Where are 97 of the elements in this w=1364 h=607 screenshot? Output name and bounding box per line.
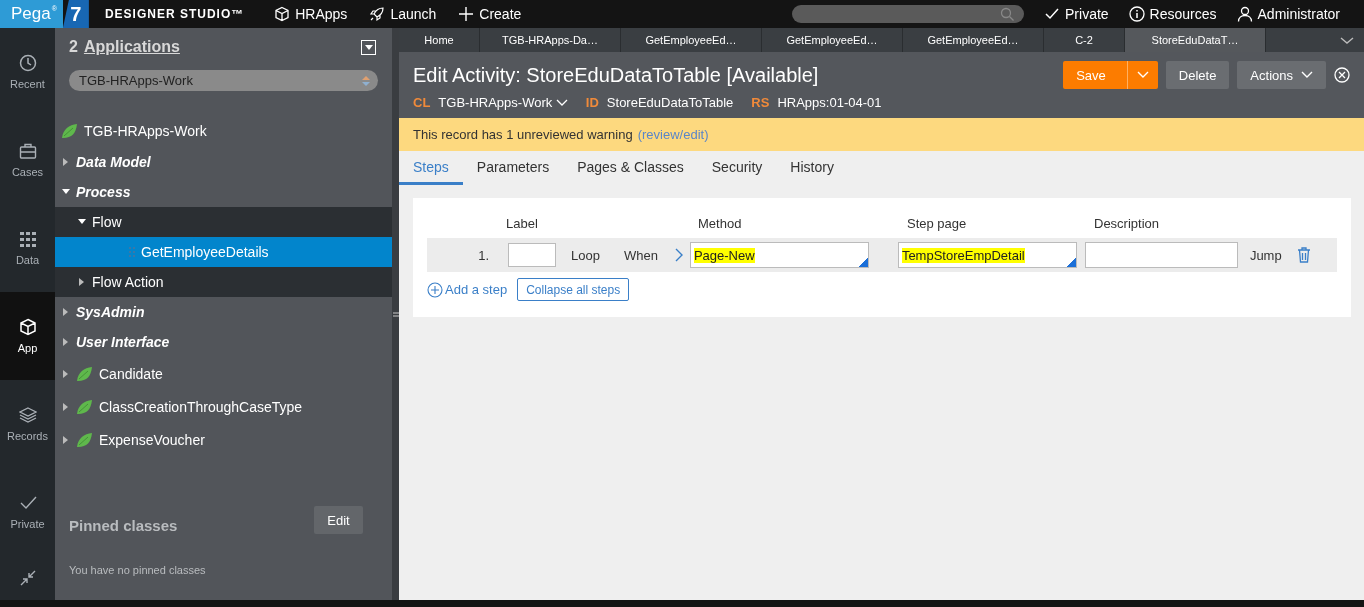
nav-link[interactable]: Resources	[1128, 6, 1217, 22]
collapsed-arrow-icon	[62, 158, 70, 166]
meta-value[interactable]: TGB-HRApps-Work	[438, 95, 568, 110]
trash-icon[interactable]	[1296, 247, 1311, 263]
section-tab[interactable]: History	[776, 151, 848, 185]
tree-item[interactable]: GetEmployeeDetails	[55, 237, 392, 267]
loop-link[interactable]: Loop	[571, 247, 600, 263]
tree-item[interactable]: Flow	[55, 207, 392, 237]
leaf-icon	[76, 365, 93, 382]
label-field[interactable]	[508, 243, 556, 267]
rail-item[interactable]: Records	[0, 380, 55, 468]
document-tab[interactable]: StoreEduDataT…	[1125, 28, 1266, 52]
tree-category[interactable]: User Interface	[55, 327, 392, 357]
tree-item[interactable]: Flow Action	[55, 267, 392, 297]
column-header: Method	[698, 215, 743, 231]
collapsed-arrow-icon	[62, 308, 70, 316]
expanded-arrow-icon	[78, 218, 86, 226]
step-number: 1.	[477, 247, 489, 263]
cube-icon	[18, 318, 37, 336]
tree-item[interactable]: TGB-HRApps-Work	[55, 114, 392, 147]
expanded-arrow-icon	[62, 188, 70, 196]
briefcase-icon	[18, 142, 37, 160]
rocket-icon	[369, 6, 386, 22]
clock-icon	[18, 54, 37, 72]
leaf-icon	[76, 431, 93, 448]
section-tab[interactable]: Steps	[399, 151, 463, 185]
rail-item[interactable]: Recent	[0, 28, 55, 116]
logo-wordmark: Pega$^{®}$	[0, 0, 63, 28]
nav-link[interactable]: Private	[1044, 6, 1109, 22]
collapsed-arrow-icon	[78, 278, 86, 286]
tree-category[interactable]: SysAdmin	[55, 297, 392, 327]
add-step-link[interactable]: Add a step	[427, 281, 508, 298]
delete-button[interactable]: Delete	[1165, 61, 1230, 89]
tree-category[interactable]: Data Model	[55, 147, 392, 177]
application-count: 2	[69, 38, 78, 56]
cube-icon	[274, 6, 291, 22]
class-select[interactable]: TGB-HRApps-Work	[69, 70, 378, 91]
add-circle-icon	[427, 281, 443, 298]
tree-item[interactable]: Candidate	[55, 357, 392, 390]
when-link[interactable]: When	[623, 247, 658, 263]
caret-icon	[364, 44, 373, 50]
chevron-down-icon	[1340, 36, 1354, 45]
collapsed-arrow-icon	[62, 435, 70, 444]
grip-icon	[129, 247, 135, 257]
nav-link[interactable]: Create	[458, 6, 522, 22]
collapse-all-button[interactable]: Collapse all steps	[517, 278, 630, 301]
splitter-handle-icon	[392, 311, 399, 317]
meta-value: HRApps:01-04-01	[777, 95, 882, 110]
product-name: DESIGNER STUDIO™	[104, 7, 245, 21]
rail-item[interactable]: Cases	[0, 116, 55, 204]
edit-button[interactable]: Edit	[314, 506, 363, 534]
tree-item[interactable]: ClassCreationThroughCaseType	[55, 390, 392, 423]
step-page-field[interactable]: TempStoreEmpDetail	[897, 242, 1077, 268]
method-field[interactable]: Page-New	[689, 242, 869, 268]
actions-button[interactable]: Actions	[1237, 61, 1326, 89]
collapsed-arrow-icon	[62, 338, 70, 346]
applications-link[interactable]: Applications	[83, 38, 180, 56]
chevron-right-icon[interactable]	[674, 248, 683, 262]
nav-link[interactable]: HRApps	[274, 6, 348, 22]
sort-arrows-icon	[362, 75, 370, 86]
layers-icon	[18, 406, 37, 424]
column-header: Description	[1094, 215, 1160, 231]
rail-item[interactable]: Private	[0, 468, 55, 556]
column-header: Label	[506, 215, 539, 231]
section-tab[interactable]: Parameters	[462, 151, 564, 185]
tree-category[interactable]: Process	[55, 177, 392, 207]
jump-link[interactable]: Jump	[1249, 247, 1282, 263]
leaf-icon	[76, 398, 93, 415]
section-tab[interactable]: Pages & Classes	[563, 151, 698, 185]
caret-icon	[1301, 71, 1313, 79]
warning-message: This record has 1 unreviewed warning	[413, 127, 633, 142]
description-field[interactable]	[1084, 242, 1238, 268]
column-header: Step page	[907, 215, 968, 231]
meta-label: CL	[413, 95, 431, 110]
plus-icon	[458, 6, 475, 22]
logo-version: 7	[62, 0, 89, 28]
dropdown-button[interactable]	[361, 39, 376, 55]
collapsed-arrow-icon	[62, 369, 70, 378]
nav-link[interactable]: Administrator	[1236, 6, 1340, 22]
nav-link[interactable]: Launch	[369, 6, 437, 22]
collapse-icon	[18, 569, 37, 587]
rail-item[interactable]: Data	[0, 204, 55, 292]
close-icon[interactable]	[1334, 67, 1350, 83]
meta-label: RS	[751, 95, 770, 110]
caret-icon	[555, 99, 568, 107]
empty-message: You have no pinned classes	[68, 563, 207, 578]
section-tab[interactable]: Security	[697, 151, 777, 185]
meta-label: ID	[585, 95, 599, 110]
tree-item[interactable]: ExpenseVoucher	[55, 423, 392, 456]
record-title: Edit Activity: StoreEduDataToTable [Available]	[413, 63, 819, 87]
meta-value: StoreEduDataToTable	[606, 95, 734, 110]
section-heading: Pinned classes	[69, 516, 178, 534]
leaf-icon	[61, 122, 78, 139]
rail-item[interactable]: App	[0, 292, 55, 380]
collapsed-arrow-icon	[62, 402, 70, 411]
caret-icon	[1136, 71, 1149, 79]
grid-icon	[18, 230, 37, 248]
